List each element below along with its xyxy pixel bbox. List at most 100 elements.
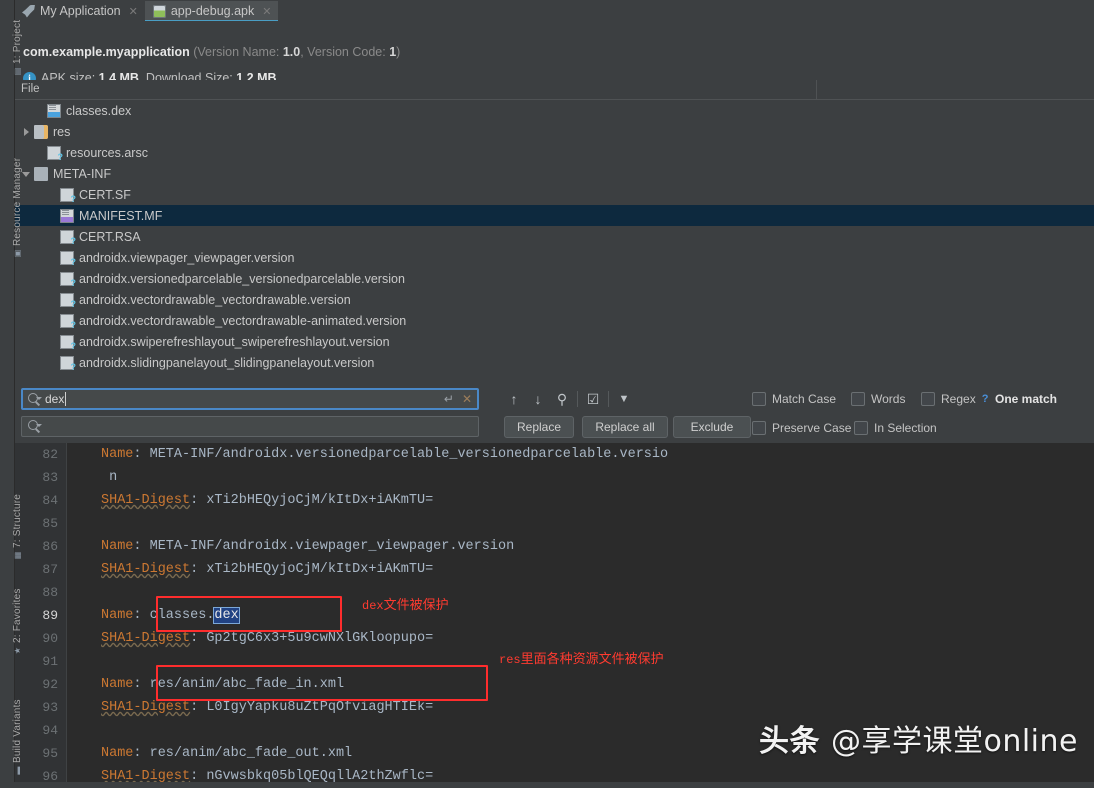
checkbox-box[interactable]	[921, 392, 935, 406]
version-code-label: , Version Code:	[300, 45, 390, 59]
regex-checkbox[interactable]: Regex ?	[921, 392, 988, 406]
replace-input-wrapper[interactable]	[21, 416, 479, 437]
tool-button-build-variants[interactable]: ▬ Build Variants	[12, 699, 23, 775]
match-count-status: One match	[995, 392, 1058, 406]
column-header-file[interactable]: File	[21, 83, 40, 95]
table-row[interactable]: CERT.SF	[14, 184, 1094, 205]
replace-search-icon[interactable]	[28, 420, 42, 433]
code-separator: :	[133, 539, 150, 554]
code-line[interactable]: Name: classes.dex	[67, 604, 1094, 627]
in-selection-checkbox[interactable]: In Selection	[854, 421, 937, 435]
tab-close-icon[interactable]: ✕	[129, 5, 138, 18]
exclude-button[interactable]: Exclude	[673, 416, 751, 438]
select-all-occurrences-icon[interactable]: ☑	[581, 388, 605, 410]
preserve-case-checkbox[interactable]: Preserve Case	[752, 421, 851, 435]
find-previous-icon[interactable]: ↑	[502, 388, 526, 410]
table-row[interactable]: META-INF	[14, 163, 1094, 184]
table-row[interactable]: res	[14, 121, 1094, 142]
rocket-icon	[22, 4, 35, 18]
tab-my-application[interactable]: My Application ✕	[14, 1, 145, 21]
search-icon[interactable]	[28, 392, 42, 406]
tab-app-debug-apk[interactable]: app-debug.apk ✕	[144, 1, 279, 22]
search-input[interactable]: dex	[45, 392, 67, 406]
code-line[interactable]: SHA1-Digest: Gp2tgC6x3+5u9cwNXlGKloopupo…	[67, 627, 1094, 650]
watermark-handle: @享学课堂online	[830, 724, 1078, 759]
filter-icon[interactable]: ▼	[612, 388, 636, 410]
code-line[interactable]	[67, 581, 1094, 604]
arsc-file-icon	[60, 355, 76, 372]
table-row[interactable]: CERT.RSA	[14, 226, 1094, 247]
tool-button-build-variants-label: Build Variants	[12, 699, 23, 764]
version-meta-close: )	[396, 45, 401, 59]
project-icon: ▤	[13, 67, 22, 76]
code-line[interactable]	[67, 512, 1094, 535]
table-row[interactable]: androidx.viewpager_viewpager.version	[14, 247, 1094, 268]
tab-close-icon[interactable]: ✕	[262, 5, 271, 18]
code-separator: :	[190, 493, 207, 508]
file-name-label: CERT.RSA	[79, 229, 141, 244]
find-next-icon[interactable]: ↓	[526, 388, 550, 410]
tab-my-application-label: My Application	[40, 4, 121, 18]
tool-button-favorites[interactable]: ★ 2: Favorites	[12, 588, 23, 655]
code-value: xTi2bHEQyjoCjM/kItDx+iAKmTU=	[206, 493, 434, 508]
code-line[interactable]: SHA1-Digest: xTi2bHEQyjoCjM/kItDx+iAKmTU…	[67, 558, 1094, 581]
tool-button-resource-manager[interactable]: ▣ Resource Manager	[12, 158, 23, 258]
checkbox-box[interactable]	[854, 421, 868, 435]
apk-package-name: com.example.myapplication	[23, 45, 190, 59]
close-icon[interactable]: ✕	[462, 392, 472, 406]
code-line[interactable]	[67, 650, 1094, 673]
checkbox-box[interactable]	[851, 392, 865, 406]
tool-button-project[interactable]: ▤ 1: Project	[12, 20, 23, 76]
enter-icon[interactable]: ↵	[444, 392, 454, 406]
code-line[interactable]: n	[67, 466, 1094, 489]
code-value: nGvwsbkq05blQEQqllA2thZwflc=	[206, 769, 434, 782]
code-key: Name	[101, 677, 134, 692]
checkbox-box[interactable]	[752, 392, 766, 406]
table-row[interactable]: androidx.versionedparcelable_versionedpa…	[14, 268, 1094, 289]
file-name-label: classes.dex	[66, 103, 132, 118]
replace-button[interactable]: Replace	[504, 416, 574, 438]
match-case-label: Match Case	[772, 392, 837, 406]
table-row[interactable]: resources.arsc	[14, 142, 1094, 163]
code-separator: :	[190, 631, 207, 646]
match-case-checkbox[interactable]: Match Case	[752, 392, 836, 406]
code-value: Gp2tgC6x3+5u9cwNXlGKloopupo=	[206, 631, 434, 646]
find-all-icon[interactable]: ⚲	[550, 388, 574, 410]
arsc-file-icon	[47, 145, 63, 162]
table-row[interactable]: androidx.slidingpanelayout_slidingpanela…	[14, 352, 1094, 373]
code-line[interactable]: Name: META-INF/androidx.viewpager_viewpa…	[67, 535, 1094, 558]
code-value: META-INF/androidx.versionedparcelable_ve…	[149, 447, 669, 462]
line-number: 93	[42, 700, 58, 715]
code-line[interactable]: Name: res/anim/abc_fade_in.xml	[67, 673, 1094, 696]
code-key: Name	[101, 608, 134, 623]
words-checkbox[interactable]: Words	[851, 392, 905, 406]
column-separator[interactable]	[816, 80, 817, 99]
arsc-file-icon	[60, 313, 76, 330]
res-folder-icon	[34, 124, 48, 139]
table-row[interactable]: classes.dex	[14, 100, 1094, 121]
code-value: n	[101, 470, 118, 485]
tool-button-structure[interactable]: ▦ 7: Structure	[12, 494, 23, 560]
code-line[interactable]: SHA1-Digest: xTi2bHEQyjoCjM/kItDx+iAKmTU…	[67, 489, 1094, 512]
find-toolbar: ↑ ↓ ⚲ ☑ ▼	[502, 388, 636, 410]
table-row[interactable]: androidx.vectordrawable_vectordrawable.v…	[14, 289, 1094, 310]
help-icon[interactable]: ?	[982, 393, 989, 405]
chevron-right-icon[interactable]	[20, 125, 33, 138]
code-line[interactable]: SHA1-Digest: nGvwsbkq05blQEQqllA2thZwflc…	[67, 765, 1094, 782]
apk-package-line: com.example.myapplication (Version Name:…	[23, 45, 400, 59]
code-key: SHA1-Digest	[101, 493, 191, 508]
code-line[interactable]: Name: META-INF/androidx.versionedparcela…	[67, 443, 1094, 466]
replace-all-button[interactable]: Replace all	[582, 416, 668, 438]
table-row[interactable]: MANIFEST.MF	[14, 205, 1094, 226]
file-name-label: androidx.viewpager_viewpager.version	[79, 250, 295, 265]
table-row[interactable]: androidx.swiperefreshlayout_swiperefresh…	[14, 331, 1094, 352]
table-row[interactable]: androidx.vectordrawable_vectordrawable-a…	[14, 310, 1094, 331]
version-name-label: (Version Name:	[193, 45, 283, 59]
version-name-value: 1.0	[282, 45, 301, 59]
checkbox-box[interactable]	[752, 421, 766, 435]
search-input-wrapper[interactable]: dex ↵ ✕	[21, 388, 479, 410]
